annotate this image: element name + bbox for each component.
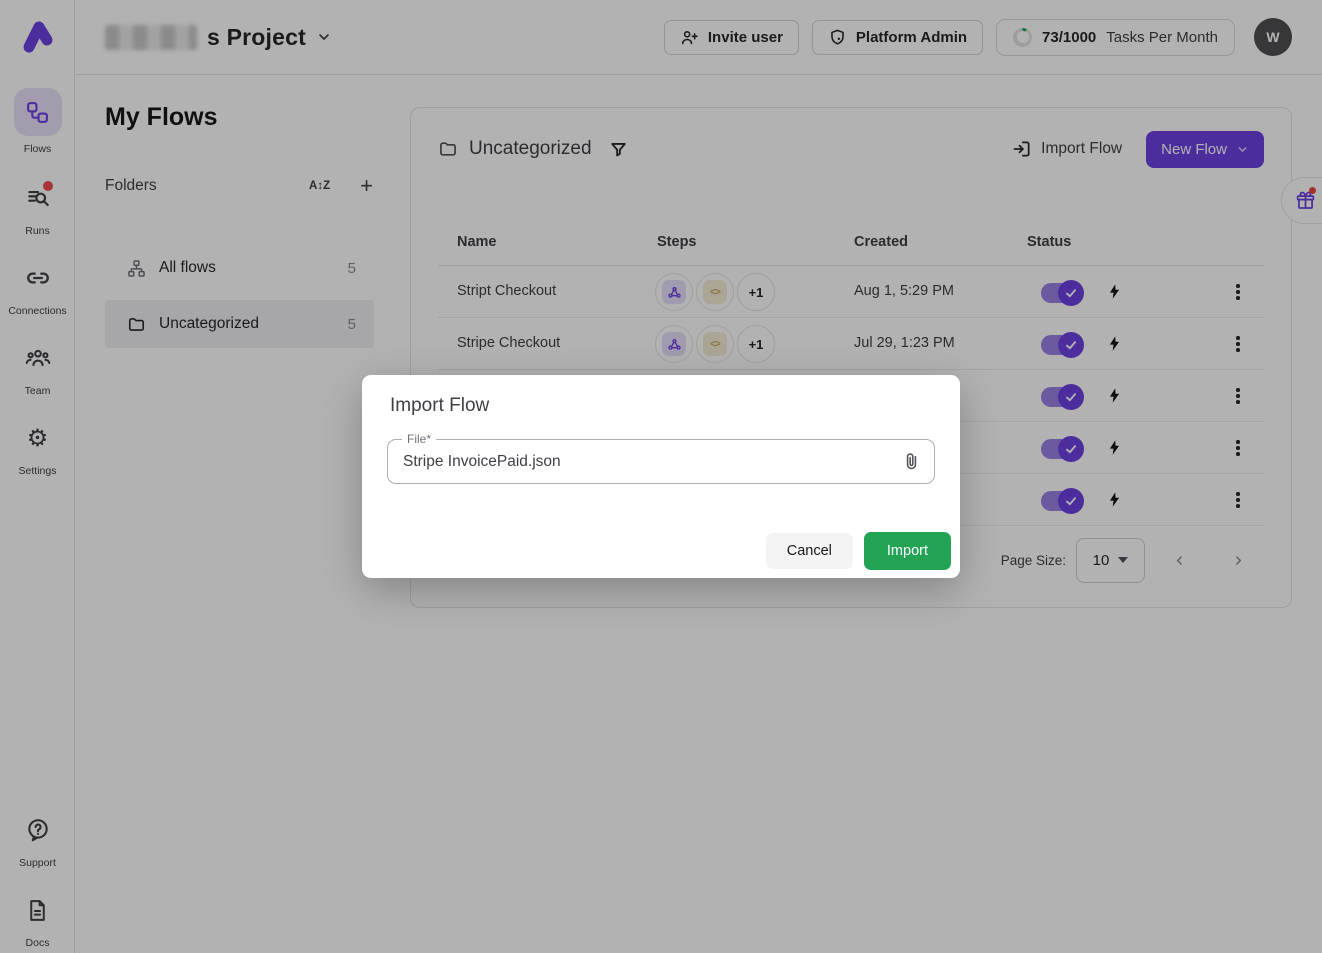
cancel-button[interactable]: Cancel: [766, 533, 853, 569]
import-flow-dialog: Import Flow File* Stripe InvoicePaid.jso…: [362, 375, 960, 578]
file-input[interactable]: File* Stripe InvoicePaid.json: [387, 439, 935, 484]
paperclip-icon: [901, 451, 922, 472]
app-root: Flows Runs Connections Team ⚙ Settings: [0, 0, 1322, 953]
import-button[interactable]: Import: [864, 532, 951, 570]
attach-file-button[interactable]: [901, 451, 922, 477]
file-input-value: Stripe InvoicePaid.json: [403, 440, 561, 483]
dialog-title: Import Flow: [390, 395, 489, 417]
dialog-actions: Cancel Import: [766, 532, 951, 570]
